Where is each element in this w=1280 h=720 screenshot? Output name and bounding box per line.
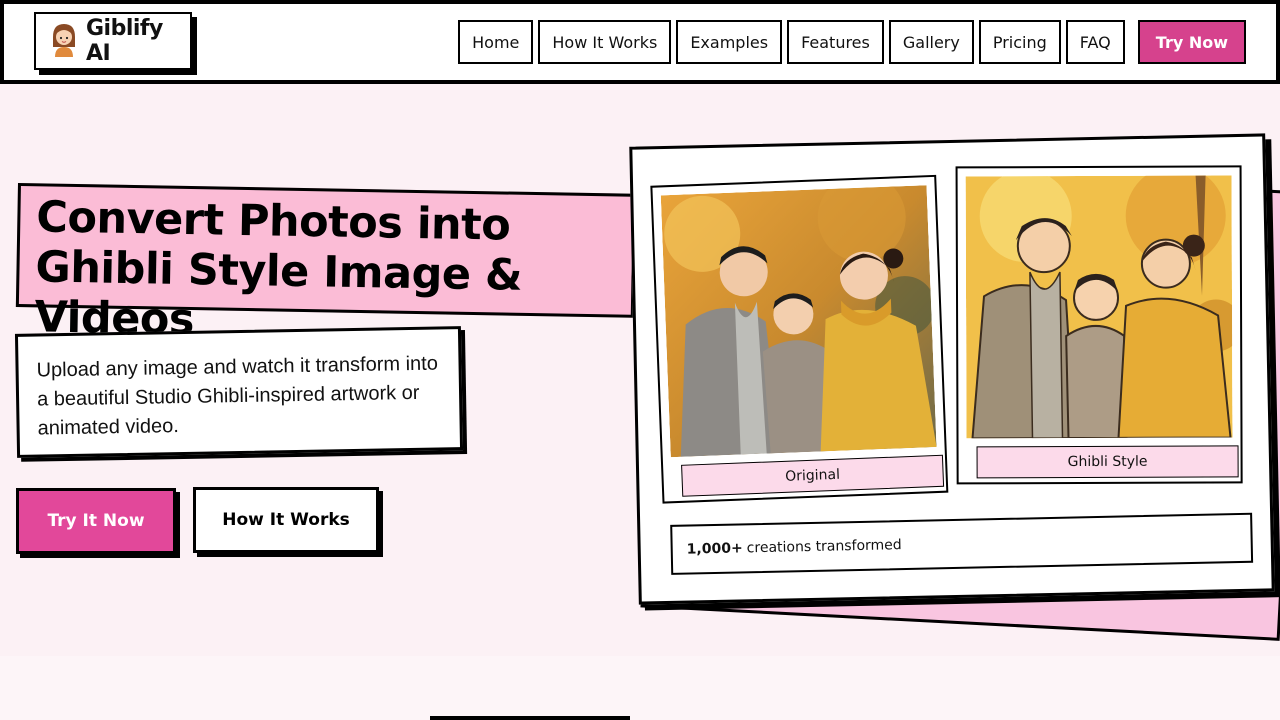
original-label: Original [681, 454, 945, 497]
original-photo-frame: Original [650, 174, 949, 504]
nav-pricing[interactable]: Pricing [978, 20, 1061, 64]
nav-how-it-works[interactable]: How It Works [538, 20, 672, 64]
girl-avatar-icon [50, 21, 78, 61]
try-now-button[interactable]: Try Now [1137, 20, 1246, 64]
ghibli-style-label: Ghibli Style [976, 445, 1239, 479]
stat-count: 1,000+ [686, 540, 743, 558]
try-it-now-button[interactable]: Try It Now [16, 488, 176, 554]
hero-title-box: Convert Photos into Ghibli Style Image &… [15, 183, 636, 345]
nav-home[interactable]: Home [458, 20, 534, 64]
hero-description: Upload any image and watch it transform … [36, 352, 439, 440]
showcase-card: Original Ghibli Style 1,000+ creations t… [629, 133, 1275, 605]
stat-bar: 1,000+ creations transformed [670, 512, 1254, 575]
original-photo [660, 185, 937, 458]
lower-section-background [0, 656, 1280, 720]
logo[interactable]: Giblify AI [34, 12, 192, 70]
section-divider-line [430, 716, 630, 720]
nav-features[interactable]: Features [787, 20, 884, 64]
ghibli-photo [965, 175, 1233, 439]
brand-name: Giblify AI [86, 16, 163, 66]
nav-gallery[interactable]: Gallery [888, 20, 974, 64]
main-nav: Home How It Works Examples Features Gall… [458, 20, 1246, 64]
ghibli-photo-frame: Ghibli Style [955, 165, 1243, 485]
site-header: Giblify AI Home How It Works Examples Fe… [0, 0, 1280, 84]
hero-description-box: Upload any image and watch it transform … [14, 326, 464, 458]
stat-text: creations transformed [746, 537, 902, 557]
nav-examples[interactable]: Examples [676, 20, 783, 64]
how-it-works-button[interactable]: How It Works [193, 487, 379, 553]
nav-faq[interactable]: FAQ [1065, 20, 1125, 64]
